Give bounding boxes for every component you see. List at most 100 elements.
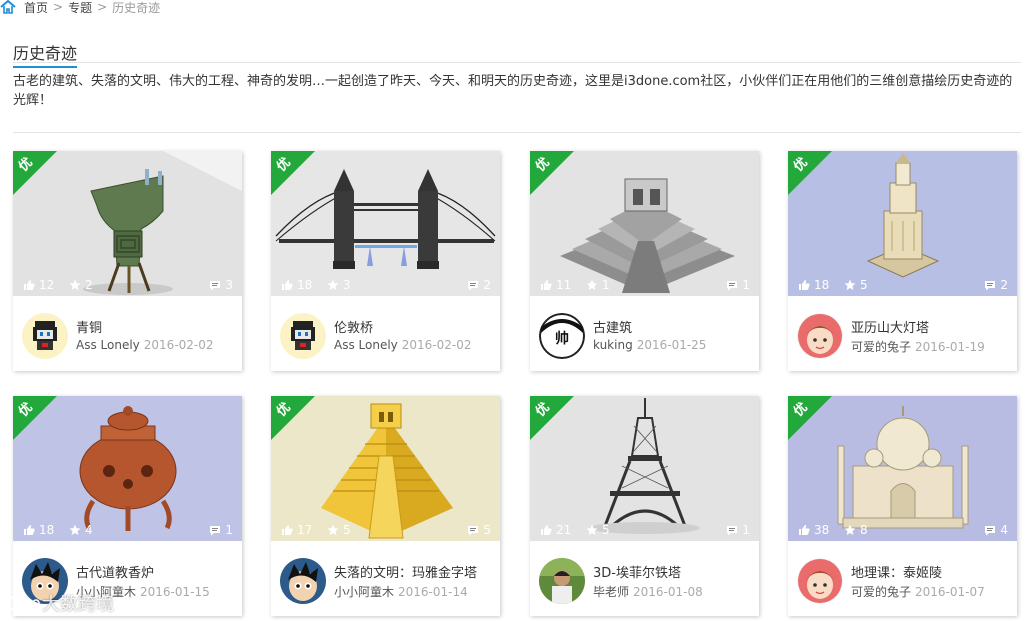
likes-stat: 38 <box>798 523 829 537</box>
favorites-count: 5 <box>860 278 868 292</box>
work-byline: 可爱的兔子 2016-01-07 <box>851 583 985 600</box>
publish-date: 2016-01-25 <box>636 338 707 352</box>
likes-count: 18 <box>39 523 55 537</box>
likes-count: 21 <box>556 523 572 537</box>
pixel-character-avatar-image <box>280 313 326 359</box>
comment-icon <box>985 525 996 535</box>
likes-stat: 18 <box>798 278 829 292</box>
work-byline: kuking 2016-01-25 <box>593 338 706 352</box>
content-divider <box>13 132 1021 133</box>
star-icon <box>327 279 339 290</box>
work-title-link[interactable]: 失落的文明：玛雅金字塔 <box>334 562 477 581</box>
work-thumbnail[interactable]: 优 11 1 1 <box>530 151 759 296</box>
work-byline: 小小阿童木 2016-01-14 <box>334 583 468 600</box>
publish-date: 2016-02-02 <box>143 338 214 352</box>
likes-count: 11 <box>556 278 572 292</box>
likes-count: 18 <box>297 278 313 292</box>
favorites-count: 1 <box>602 278 610 292</box>
work-title-link[interactable]: 青铜 <box>76 317 102 336</box>
work-title-link[interactable]: 3D-埃菲尔铁塔 <box>593 562 681 581</box>
work-title-link[interactable]: 古代道教香炉 <box>76 562 154 581</box>
avatar[interactable] <box>280 558 326 604</box>
author-link[interactable]: Ass Lonely <box>334 338 398 352</box>
work-card[interactable]: 优 18 5 2 亚历山大灯塔 可爱的兔子 2016-01-19 <box>788 151 1017 371</box>
comments-stat: 1 <box>209 523 233 537</box>
breadcrumb-current: 历史奇迹 <box>112 0 161 15</box>
favorites-stat: 1 <box>586 278 610 292</box>
author-link[interactable]: 可爱的兔子 <box>851 340 911 354</box>
section-description: 古老的建筑、失落的文明、伟大的工程、神奇的发明…一起创造了昨天、今天、和明天的历… <box>13 74 1013 108</box>
thumbs-up-icon <box>541 280 552 290</box>
breadcrumb-home-link[interactable]: 首页 <box>24 0 48 16</box>
avatar[interactable] <box>797 558 843 604</box>
work-thumbnail[interactable]: 优 18 4 1 <box>13 396 242 541</box>
likes-stat: 17 <box>281 523 312 537</box>
work-title-link[interactable]: 亚历山大灯塔 <box>851 317 929 336</box>
work-stats: 21 5 1 <box>530 519 759 541</box>
work-thumbnail[interactable]: 优 38 8 4 <box>788 396 1017 541</box>
avatar[interactable] <box>797 313 843 359</box>
work-thumbnail[interactable]: 优 21 5 1 <box>530 396 759 541</box>
comments-stat: 2 <box>984 278 1008 292</box>
work-title-link[interactable]: 地理课：泰姬陵 <box>851 562 942 581</box>
comment-icon <box>468 280 479 290</box>
work-thumbnail[interactable]: 优 18 5 2 <box>788 151 1017 296</box>
star-icon <box>69 524 81 535</box>
author-link[interactable]: 可爱的兔子 <box>851 585 911 599</box>
favorites-stat: 4 <box>69 523 93 537</box>
work-meta: 亚历山大灯塔 可爱的兔子 2016-01-19 <box>788 296 1017 371</box>
work-title-link[interactable]: 伦敦桥 <box>334 317 373 336</box>
comments-stat: 2 <box>467 278 491 292</box>
star-icon <box>844 524 856 535</box>
work-stats: 38 8 4 <box>788 519 1017 541</box>
author-link[interactable]: 小小阿童木 <box>334 585 394 599</box>
avatar[interactable] <box>22 313 68 359</box>
likes-stat: 21 <box>540 523 571 537</box>
shuai-face-avatar-image: 帅 <box>539 313 585 359</box>
work-meta: 青铜 Ass Lonely 2016-02-02 <box>13 296 242 371</box>
favorites-stat: 5 <box>327 523 351 537</box>
author-link[interactable]: Ass Lonely <box>76 338 140 352</box>
avatar[interactable]: 帅 <box>539 313 585 359</box>
watermark-text: 大数跨境 <box>42 594 114 615</box>
work-card[interactable]: 优 18 4 1 古代道教香炉 小小阿童木 2016-01-15 <box>13 396 242 616</box>
page-title: 历史奇迹 <box>13 40 78 68</box>
breadcrumb-topic-link[interactable]: 专题 <box>68 0 92 16</box>
likes-count: 38 <box>814 523 830 537</box>
comments-count: 1 <box>225 523 233 537</box>
comments-count: 1 <box>742 278 750 292</box>
thumbs-up-icon <box>282 525 293 535</box>
avatar[interactable] <box>280 313 326 359</box>
work-thumbnail[interactable]: 优 17 5 5 <box>271 396 500 541</box>
author-link[interactable]: 毕老师 <box>593 585 629 599</box>
comment-icon <box>727 525 738 535</box>
work-thumbnail[interactable]: 优 12 2 3 <box>13 151 242 296</box>
work-thumbnail[interactable]: 优 18 3 2 <box>271 151 500 296</box>
work-card[interactable]: 优 38 8 4 地理课：泰姬陵 可爱的兔子 2016-01-07 <box>788 396 1017 616</box>
work-byline: Ass Lonely 2016-02-02 <box>76 338 214 352</box>
work-card[interactable]: 优 11 1 1 帅 古建筑 kuking 2016-01-25 <box>530 151 759 371</box>
avatar[interactable] <box>539 558 585 604</box>
home-icon[interactable] <box>0 0 16 14</box>
work-meta: 伦敦桥 Ass Lonely 2016-02-02 <box>271 296 500 371</box>
thumbs-up-icon <box>799 280 810 290</box>
work-title-link[interactable]: 古建筑 <box>593 317 632 336</box>
favorites-stat: 8 <box>844 523 868 537</box>
cartoon-girl-avatar-image <box>797 313 843 359</box>
breadcrumb-separator: > <box>53 0 64 14</box>
author-link[interactable]: kuking <box>593 338 633 352</box>
comment-icon <box>468 525 479 535</box>
work-meta: 3D-埃菲尔铁塔 毕老师 2016-01-08 <box>530 541 759 616</box>
title-divider <box>13 62 1021 63</box>
likes-count: 17 <box>297 523 313 537</box>
work-card[interactable]: 优 17 5 5 失落的文明：玛雅金字塔 小小阿童木 2016-01-14 <box>271 396 500 616</box>
comments-stat: 3 <box>209 278 233 292</box>
thumbs-up-icon <box>24 525 35 535</box>
work-card[interactable]: 优 18 3 2 伦敦桥 Ass Lonely 2016-02-02 <box>271 151 500 371</box>
work-byline: 毕老师 2016-01-08 <box>593 583 703 600</box>
favorites-count: 8 <box>860 523 868 537</box>
likes-stat: 18 <box>23 523 54 537</box>
work-card[interactable]: 优 21 5 1 3D-埃菲尔铁塔 毕老师 2016-01-08 <box>530 396 759 616</box>
work-stats: 18 3 2 <box>271 274 500 296</box>
work-card[interactable]: 优 12 2 3 青铜 Ass Lonely 2016-02-02 <box>13 151 242 371</box>
